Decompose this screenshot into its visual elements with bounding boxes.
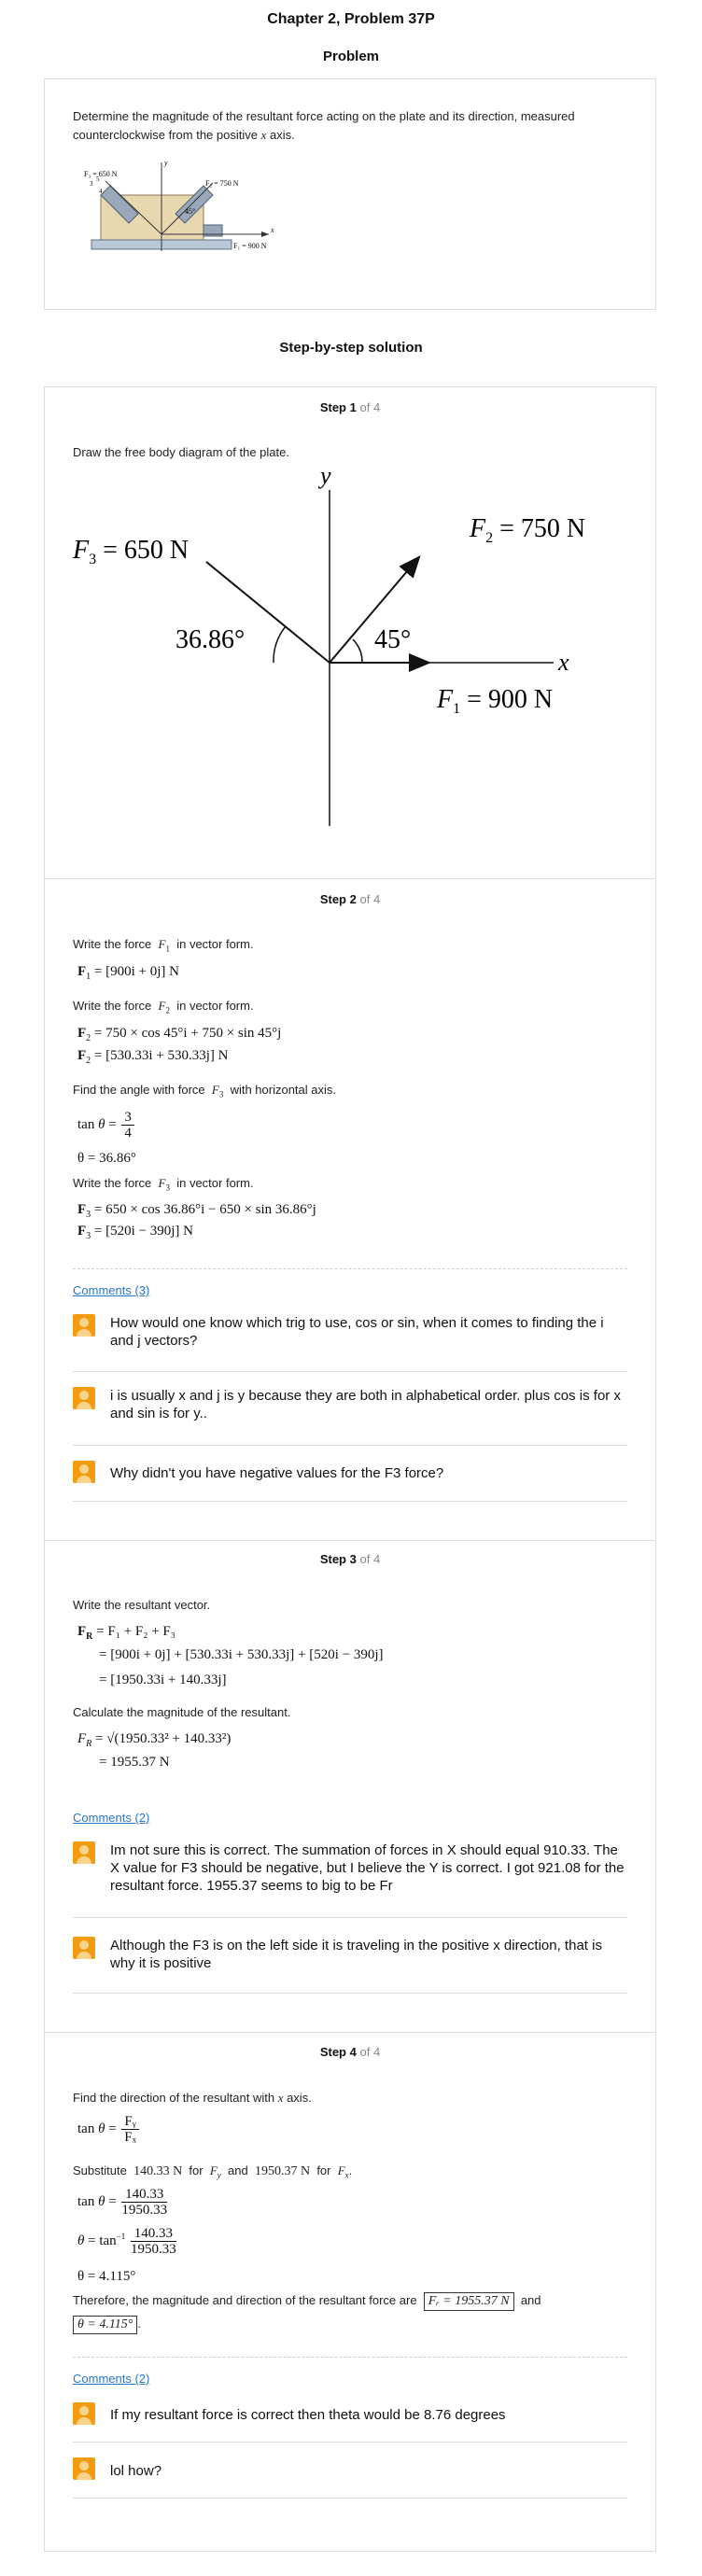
comment-text: Im not sure this is correct. The summati… [110, 1842, 625, 1894]
comment-text: Why didn't you have negative values for … [110, 1465, 444, 1481]
step-1-header: Step 1 of 4 [319, 400, 381, 414]
comment-text: How would one know which trig to use, co… [110, 1315, 604, 1349]
figure-label-y: y [163, 159, 168, 167]
comment-text: lol how? [110, 2463, 162, 2479]
figure-label-x: x [270, 226, 274, 234]
free-body-diagram: y x F3 = 650 N F2 = 750 N F1 = 900 N 36.… [72, 467, 585, 826]
user-avatar-icon [73, 1461, 95, 1483]
page: { "header": {"chapter_title": "Chapter 2… [0, 0, 702, 2576]
problem-card: Determine the magnitude of the resultant… [44, 78, 656, 310]
step-4-theta-arctan: θ = tan−1 140.33 1950.33 [77, 2226, 176, 2257]
step-3-magnitude-a: FR = √(1950.33² + 140.33²) [77, 1731, 232, 1749]
figure-ratio-5: 5 [96, 175, 100, 183]
step-2-text-2: Write the force F2 in vector form. [73, 999, 254, 1015]
user-avatar-icon [73, 1314, 95, 1337]
comment-text: i is usually x and j is y because they a… [110, 1388, 621, 1421]
figure-ratio-4: 4 [99, 188, 103, 195]
comment-divider [73, 1501, 627, 1502]
step-3-magnitude-b: = 1955.37 N [99, 1755, 170, 1770]
step-4-text-1: Find the direction of the resultant with… [73, 2091, 312, 2105]
fbd-y-label: y [317, 467, 331, 489]
step-3-header: Step 3 of 4 [319, 1552, 381, 1566]
step-divider [45, 2032, 655, 2033]
step-3-comments-link[interactable]: Comments (2) [73, 1811, 149, 1825]
step-3-text-1: Write the resultant vector. [73, 1598, 211, 1612]
comment-divider [73, 2442, 627, 2443]
fbd-f3-label: F3 = 650 N [72, 536, 189, 567]
step-2-text-4: Write the force F3 in vector form. [73, 1176, 254, 1193]
step-4-tan-substituted: tan θ = 140.33 1950.33 [77, 2187, 168, 2218]
figure-label-f1: F₁ = 900 N [233, 242, 267, 250]
user-avatar-icon [73, 2457, 95, 2480]
comment-divider [73, 1445, 627, 1446]
step-2-theta: θ = 36.86° [77, 1151, 136, 1166]
step-4-text-2: Substitute 140.33 N for Fy and 1950.37 N… [73, 2163, 353, 2180]
step-2-f2-vector-a: F2 = 750 × cos 45°i + 750 × sin 45°j [77, 1026, 282, 1043]
step-2-f3-vector-a: F3 = 650 × cos 36.86°i − 650 × sin 36.86… [77, 1202, 316, 1220]
comment-divider [73, 2498, 627, 2499]
step-3-resultant-b: = [900i + 0j] + [530.33i + 530.33j] + [5… [99, 1647, 384, 1662]
user-avatar-icon [73, 2402, 95, 2425]
comment-divider [73, 1993, 627, 1994]
step-4-header: Step 4 of 4 [319, 2045, 381, 2059]
step-4-theta-result: θ = 4.115° [77, 2269, 136, 2284]
solution-card: Step 1 of 4 Draw the free body diagram o… [44, 386, 656, 2552]
step-divider [45, 1540, 655, 1541]
comment-text: Although the F3 is on the left side it i… [110, 1938, 602, 1971]
fbd-f1-label: F1 = 900 N [436, 685, 553, 717]
figure-label-angle: 45° [185, 207, 195, 216]
step-4-tan-formula: tan θ = Fᵧ Fₓ [77, 2114, 141, 2145]
fbd-angle-36: 36.86° [176, 625, 245, 654]
dashed-divider [73, 2357, 627, 2358]
comment-text: If my resultant force is correct then th… [110, 2407, 506, 2423]
problem-heading: Problem [322, 49, 379, 64]
user-avatar-icon [73, 1387, 95, 1409]
solution-heading: Step-by-step solution [279, 340, 423, 356]
step-4-comments-link[interactable]: Comments (2) [73, 2372, 149, 2386]
figure-label-f2: F₂ = 750 N [205, 179, 239, 188]
figure-label-f3: F₃ = 650 N [84, 170, 118, 178]
step-divider [45, 878, 655, 879]
problem-figure: F₃ = 650 N F₂ = 750 N F₁ = 900 N 45° x y… [84, 159, 274, 251]
step-3-text-2: Calculate the magnitude of the resultant… [73, 1705, 291, 1719]
step-2-text-3: Find the angle with force F3 with horizo… [73, 1083, 337, 1099]
step-2-tan-equation: tan θ = 34 [77, 1110, 136, 1141]
fbd-f2-label: F2 = 750 N [469, 514, 585, 546]
comment-divider [73, 1917, 627, 1918]
step-2-f3-vector-b: F3 = [520i − 390j] N [77, 1224, 193, 1241]
fbd-x-label: x [557, 649, 569, 676]
dashed-divider [73, 1268, 627, 1269]
user-avatar-icon [73, 1841, 95, 1864]
chapter-title: Chapter 2, Problem 37P [267, 11, 435, 27]
step-4-conclusion-2: θ = 4.115°. [73, 2316, 141, 2334]
step-4-conclusion: Therefore, the magnitude and direction o… [73, 2292, 541, 2311]
step-3-resultant-a: FR = F₁ + F₂ + F₃ [77, 1624, 176, 1642]
step-3-resultant-c: = [1950.33i + 140.33j] [99, 1673, 227, 1687]
user-avatar-icon [73, 1937, 95, 1959]
step-2-f1-vector: F1 = [900i + 0j] N [77, 964, 180, 982]
step-1-text: Draw the free body diagram of the plate. [73, 445, 289, 459]
step-2-header: Step 2 of 4 [319, 892, 381, 906]
problem-statement: Determine the magnitude of the resultant… [73, 109, 575, 142]
step-2-f2-vector-b: F2 = [530.33i + 530.33j] N [77, 1048, 229, 1066]
step-2-text-1: Write the force F1 in vector form. [73, 937, 254, 954]
comment-divider [73, 1371, 627, 1372]
step-2-comments-link[interactable]: Comments (3) [73, 1283, 149, 1297]
fbd-angle-45: 45° [374, 625, 411, 654]
figure-ratio-3: 3 [90, 180, 93, 188]
